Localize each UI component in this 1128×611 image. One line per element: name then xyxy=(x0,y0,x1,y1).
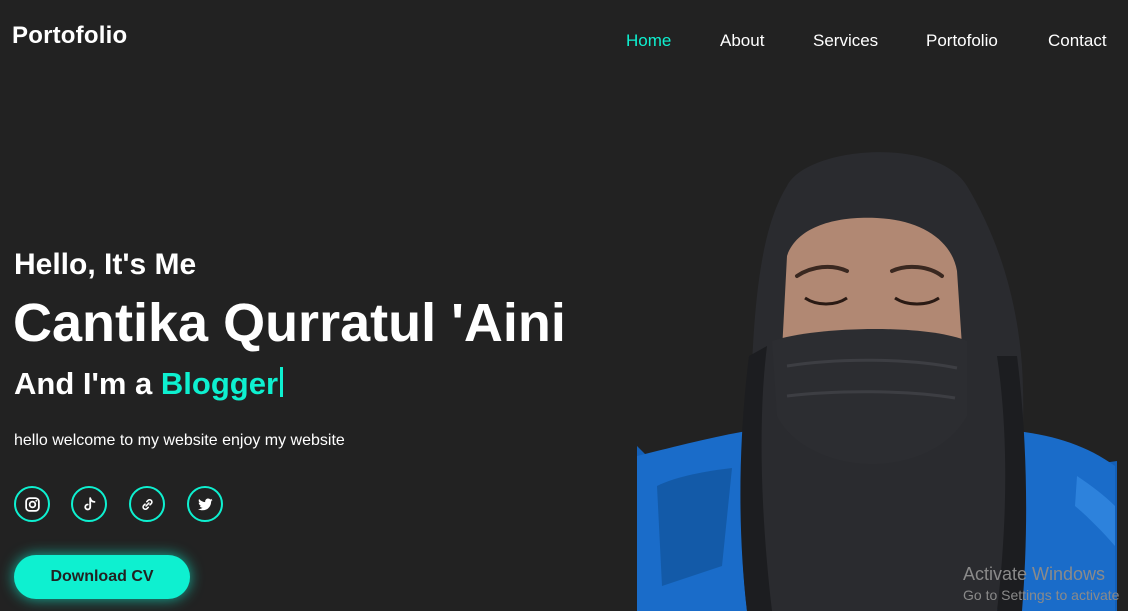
nav-services[interactable]: Services xyxy=(813,31,878,51)
role-prefix: And I'm a xyxy=(14,366,153,401)
download-cv-button[interactable]: Download CV xyxy=(14,555,190,599)
nav-contact[interactable]: Contact xyxy=(1048,31,1107,51)
site-header: Portofolio Home About Services Portofoli… xyxy=(0,0,1128,78)
link-icon xyxy=(141,498,153,510)
twitter-link[interactable] xyxy=(187,486,223,522)
role-highlight: Blogger xyxy=(160,366,279,401)
hero-name: Cantika Qurratul 'Aini xyxy=(13,293,566,353)
profile-photo-illustration xyxy=(637,146,1117,611)
nav-home[interactable]: Home xyxy=(626,31,671,51)
windows-activation-watermark: Activate Windows Go to Settings to activ… xyxy=(963,564,1119,603)
link-link[interactable] xyxy=(129,486,165,522)
instagram-icon xyxy=(24,496,40,512)
site-logo[interactable]: Portofolio xyxy=(12,22,127,50)
instagram-link[interactable] xyxy=(14,486,50,522)
hero-description: hello welcome to my website enjoy my web… xyxy=(14,432,345,449)
nav-about[interactable]: About xyxy=(720,31,764,51)
tiktok-icon xyxy=(83,496,95,510)
profile-photo xyxy=(637,146,1117,611)
hero-role: And I'm a Blogger xyxy=(14,366,284,402)
typing-cursor xyxy=(280,367,284,397)
watermark-subtitle: Go to Settings to activate xyxy=(963,587,1120,603)
nav-portofolio[interactable]: Portofolio xyxy=(926,31,998,51)
watermark-title: Activate Windows xyxy=(963,564,1106,584)
twitter-icon xyxy=(197,497,213,510)
hero-greeting: Hello, It's Me xyxy=(14,248,197,281)
tiktok-link[interactable] xyxy=(71,486,107,522)
